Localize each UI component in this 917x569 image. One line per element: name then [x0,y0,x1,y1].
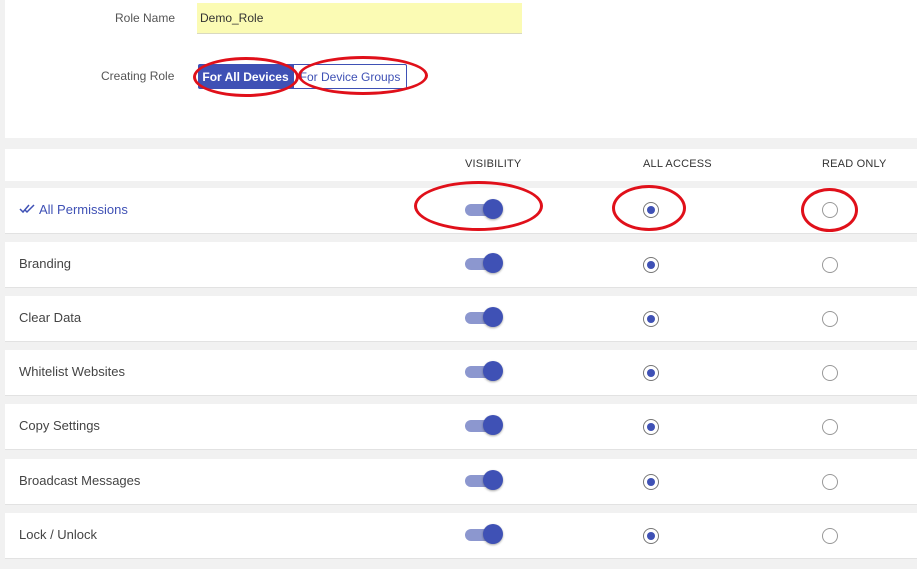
permission-label: Copy Settings [19,418,100,433]
all-access-radio[interactable] [643,365,659,381]
read-only-radio[interactable] [822,365,838,381]
permissions-header: VISIBILITY ALL ACCESS READ ONLY [5,149,917,181]
read-only-radio[interactable] [822,474,838,490]
all-access-column-header: ALL ACCESS [643,158,712,170]
read-only-radio[interactable] [822,528,838,544]
permission-label: All Permissions [39,202,128,217]
permission-row-broadcast-messages: Broadcast Messages [5,459,917,505]
read-only-radio[interactable] [822,257,838,273]
permission-row-copy-settings: Copy Settings [5,404,917,450]
visibility-toggle[interactable] [465,523,505,545]
read-only-column-header: READ ONLY [822,158,887,170]
all-access-radio[interactable] [643,311,659,327]
permission-label: Whitelist Websites [19,364,125,379]
all-access-radio[interactable] [643,257,659,273]
permission-label: Branding [19,256,72,271]
all-access-radio[interactable] [643,474,659,490]
permission-row-branding: Branding [5,242,917,288]
for-all-devices-button[interactable]: For All Devices [198,64,293,89]
creating-role-label: Creating Role [101,69,175,83]
permission-row-whitelist-websites: Whitelist Websites [5,350,917,396]
visibility-toggle[interactable] [465,469,505,491]
permission-row-all-permissions: All Permissions [5,188,917,234]
visibility-toggle[interactable] [465,306,505,328]
visibility-toggle[interactable] [465,414,505,436]
all-access-radio[interactable] [643,419,659,435]
role-name-label: Role Name [115,11,176,25]
visibility-toggle[interactable] [465,360,505,382]
all-access-radio[interactable] [643,528,659,544]
all-access-radio[interactable] [643,202,659,218]
role-name-input[interactable] [197,3,522,34]
visibility-toggle[interactable] [465,198,505,220]
double-check-icon [19,204,35,214]
read-only-radio[interactable] [822,202,838,218]
visibility-column-header: VISIBILITY [465,158,522,170]
for-device-groups-button[interactable]: For Device Groups [293,64,407,89]
permission-label: Lock / Unlock [19,527,98,542]
read-only-radio[interactable] [822,419,838,435]
permission-row-lock-unlock: Lock / Unlock [5,513,917,559]
visibility-toggle[interactable] [465,252,505,274]
permission-label: Clear Data [19,310,82,325]
permission-row-clear-data: Clear Data [5,296,917,342]
read-only-radio[interactable] [822,311,838,327]
permission-label: Broadcast Messages [19,473,141,488]
